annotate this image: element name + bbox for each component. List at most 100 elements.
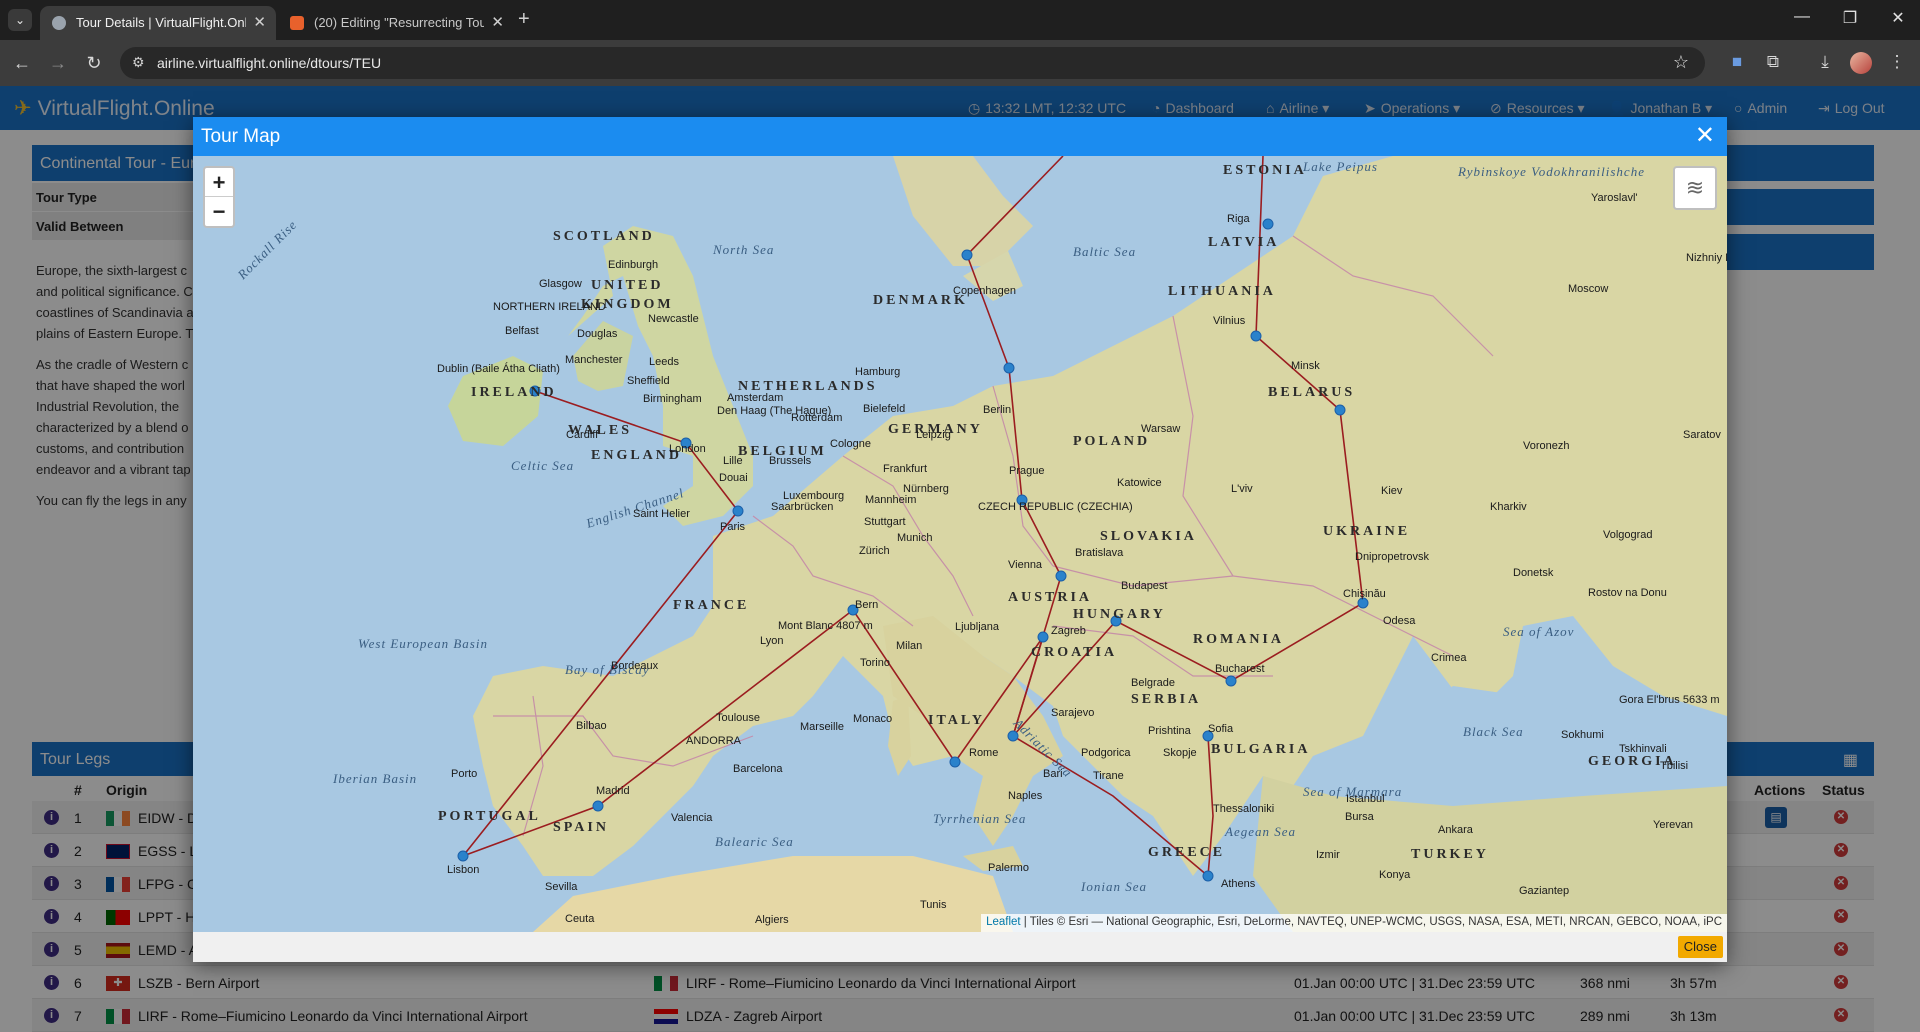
svg-text:SLOVAKIA: SLOVAKIA [1100,529,1197,544]
svg-text:Barcelona: Barcelona [733,763,783,775]
svg-text:Birmingham: Birmingham [643,393,702,405]
svg-text:Rybinskoye Vodokhranilishche: Rybinskoye Vodokhranilishche [1457,164,1645,179]
forward-button[interactable]: → [46,51,70,75]
tab-tour-details[interactable]: Tour Details | VirtualFlight.Online ✕ [40,6,276,40]
svg-text:BELARUS: BELARUS [1268,385,1355,400]
svg-text:Zagreb: Zagreb [1051,625,1086,637]
svg-text:Dublin (Baile Átha Cliath): Dublin (Baile Átha Cliath) [437,362,560,375]
svg-text:Munich: Munich [897,532,932,544]
menu-dots-icon[interactable]: ⋮ [1886,52,1908,72]
layers-icon[interactable]: ≋ [1673,166,1717,210]
close-window-icon[interactable]: ✕ [1888,8,1908,28]
browser-tab-bar: ⌄ Tour Details | VirtualFlight.Online ✕ … [0,0,1920,40]
zoom-control: + − [203,166,235,228]
svg-text:Lake Peipus: Lake Peipus [1302,159,1378,174]
svg-text:Rostov na Donu: Rostov na Donu [1588,587,1667,599]
svg-text:Sheffield: Sheffield [627,375,670,387]
svg-text:Nizhniy Novgorod: Nizhniy Novgorod [1686,252,1727,264]
svg-text:Bilbao: Bilbao [576,720,607,732]
svg-text:Sea of Azov: Sea of Azov [1503,624,1574,639]
restore-icon[interactable]: ❐ [1840,8,1860,28]
svg-text:Tbilisi: Tbilisi [1660,760,1688,772]
svg-text:Aegean Sea: Aegean Sea [1224,824,1296,839]
svg-text:Bucharest: Bucharest [1215,663,1265,675]
tour-map[interactable]: SCOTLAND UNITED KINGDOM IRELAND NORTHERN… [193,156,1727,932]
modal-footer: Close [193,932,1727,962]
svg-text:Paris: Paris [720,521,746,533]
svg-text:Iberian Basin: Iberian Basin [332,771,417,786]
svg-text:BULGARIA: BULGARIA [1211,742,1310,757]
svg-text:Kiev: Kiev [1381,485,1403,497]
svg-text:TURKEY: TURKEY [1411,847,1489,862]
svg-text:Milan: Milan [896,640,922,652]
svg-text:Stuttgart: Stuttgart [864,516,906,528]
svg-text:Torino: Torino [860,657,890,669]
svg-text:Bari: Bari [1043,768,1063,780]
svg-text:West European Basin: West European Basin [358,636,488,651]
svg-text:Leipzig: Leipzig [916,429,951,441]
svg-text:SPAIN: SPAIN [553,820,609,835]
svg-text:Cardiff: Cardiff [566,429,599,441]
site-info-icon[interactable]: ⚙ [132,54,145,71]
extensions-puzzle-icon[interactable]: ⧉ [1762,52,1784,72]
svg-text:London: London [669,443,706,455]
svg-text:Porto: Porto [451,768,477,780]
bookmark-star-icon[interactable]: ☆ [1673,52,1689,73]
svg-text:Douai: Douai [719,472,748,484]
svg-text:Bern: Bern [855,599,878,611]
svg-text:Prague: Prague [1009,465,1044,477]
svg-text:Frankfurt: Frankfurt [883,463,927,475]
svg-text:Bursa: Bursa [1345,811,1375,823]
globe-icon [52,16,66,30]
svg-text:Black Sea: Black Sea [1463,724,1524,739]
svg-text:Dnipropetrovsk: Dnipropetrovsk [1355,551,1429,563]
url-field[interactable]: ⚙ airline.virtualflight.online/dtours/TE… [120,47,1705,79]
minimize-icon[interactable]: — [1792,8,1812,26]
svg-text:Edinburgh: Edinburgh [608,259,658,271]
svg-text:Balearic Sea: Balearic Sea [715,834,794,849]
svg-text:Ionian Sea: Ionian Sea [1080,879,1147,894]
address-bar: ← → ↻ ⚙ airline.virtualflight.online/dto… [0,40,1920,86]
profile-avatar[interactable] [1850,52,1872,74]
svg-text:Yerevan: Yerevan [1653,819,1693,831]
svg-text:Athens: Athens [1221,878,1256,890]
svg-text:Odesa: Odesa [1383,615,1416,627]
new-tab-button[interactable]: + [518,8,530,30]
modal-header: Tour Map ✕ [193,117,1727,156]
svg-text:Moscow: Moscow [1568,283,1608,295]
close-tab-icon[interactable]: ✕ [253,6,266,40]
svg-text:Belgrade: Belgrade [1131,677,1175,689]
leaflet-link[interactable]: Leaflet [986,916,1021,928]
svg-text:Rotterdam: Rotterdam [791,412,842,424]
modal-close-icon[interactable]: ✕ [1695,122,1715,150]
url-text: airline.virtualflight.online/dtours/TEU [157,55,382,71]
downloads-icon[interactable]: ⤓ [1814,52,1836,72]
svg-text:Palermo: Palermo [988,862,1029,874]
tab-search-button[interactable]: ⌄ [8,9,32,31]
extension-icon[interactable]: ■ [1726,52,1748,72]
svg-text:Mont Blanc 4807 m: Mont Blanc 4807 m [778,620,873,632]
svg-text:Valencia: Valencia [671,812,713,824]
svg-text:Tunis: Tunis [920,899,947,911]
svg-text:Skopje: Skopje [1163,747,1197,759]
svg-text:North Sea: North Sea [712,242,774,257]
back-button[interactable]: ← [10,51,34,75]
svg-text:Bordeaux: Bordeaux [611,660,659,672]
svg-text:Kharkiv: Kharkiv [1490,501,1527,513]
close-button[interactable]: Close [1677,936,1723,958]
svg-text:Ankara: Ankara [1438,824,1474,836]
reload-button[interactable]: ↻ [82,51,106,75]
tab-editing[interactable]: (20) Editing "Resurrecting Tours" ✕ [278,6,514,40]
map-canvas[interactable]: SCOTLAND UNITED KINGDOM IRELAND NORTHERN… [193,156,1727,932]
close-tab-icon[interactable]: ✕ [491,6,504,40]
svg-text:PORTUGAL: PORTUGAL [438,809,541,824]
svg-text:Berlin: Berlin [983,404,1011,416]
svg-text:Sokhumi: Sokhumi [1561,729,1604,741]
svg-text:Tyrrhenian Sea: Tyrrhenian Sea [933,811,1026,826]
svg-text:CROATIA: CROATIA [1031,645,1117,660]
svg-text:CZECH REPUBLIC (CZECHIA): CZECH REPUBLIC (CZECHIA) [978,501,1133,513]
svg-text:Sevilla: Sevilla [545,881,578,893]
svg-text:HUNGARY: HUNGARY [1073,607,1166,622]
zoom-in-button[interactable]: + [205,168,233,197]
zoom-out-button[interactable]: − [205,197,233,226]
